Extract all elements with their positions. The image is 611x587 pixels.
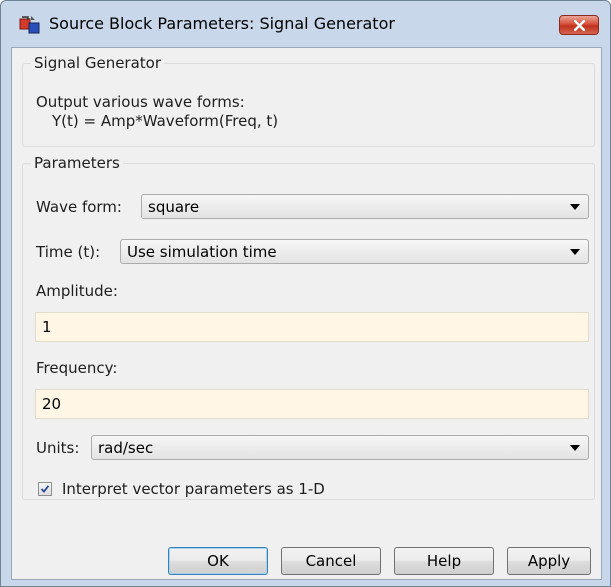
cancel-button[interactable]: Cancel xyxy=(281,547,381,575)
help-button[interactable]: Help xyxy=(394,547,494,575)
units-label: Units: xyxy=(36,439,80,457)
window-title: Source Block Parameters: Signal Generato… xyxy=(49,14,395,33)
time-value: Use simulation time xyxy=(127,243,277,261)
chevron-down-icon xyxy=(570,249,580,255)
title-bar[interactable]: Source Block Parameters: Signal Generato… xyxy=(1,1,610,47)
simulink-block-icon xyxy=(19,15,41,35)
description-group-title: Signal Generator xyxy=(31,53,165,73)
chevron-down-icon xyxy=(570,204,580,210)
time-label: Time (t): xyxy=(36,243,101,261)
interpret-vector-label[interactable]: Interpret vector parameters as 1-D xyxy=(62,479,325,499)
chevron-down-icon xyxy=(570,445,580,451)
frequency-input[interactable] xyxy=(35,389,589,419)
wave-form-dropdown[interactable]: square xyxy=(141,194,589,219)
interpret-vector-checkbox[interactable] xyxy=(38,482,52,496)
description-line-1: Output various wave forms: xyxy=(36,93,245,111)
dialog-window: Source Block Parameters: Signal Generato… xyxy=(0,0,611,587)
units-dropdown[interactable]: rad/sec xyxy=(91,435,589,460)
units-value: rad/sec xyxy=(98,439,154,457)
parameters-group-title: Parameters xyxy=(31,153,123,173)
wave-form-label: Wave form: xyxy=(36,198,122,216)
apply-button[interactable]: Apply xyxy=(507,547,591,575)
checkmark-icon xyxy=(40,485,50,493)
close-button[interactable] xyxy=(559,15,599,35)
close-icon xyxy=(574,20,585,31)
amplitude-input[interactable] xyxy=(35,312,589,342)
dialog-client-area: Signal Generator Output various wave for… xyxy=(11,47,602,580)
ok-button[interactable]: OK xyxy=(168,547,268,575)
wave-form-value: square xyxy=(148,198,200,216)
amplitude-label: Amplitude: xyxy=(36,282,118,300)
time-dropdown[interactable]: Use simulation time xyxy=(120,239,589,264)
frequency-label: Frequency: xyxy=(36,359,118,377)
description-line-2: Y(t) = Amp*Waveform(Freq, t) xyxy=(52,112,279,130)
